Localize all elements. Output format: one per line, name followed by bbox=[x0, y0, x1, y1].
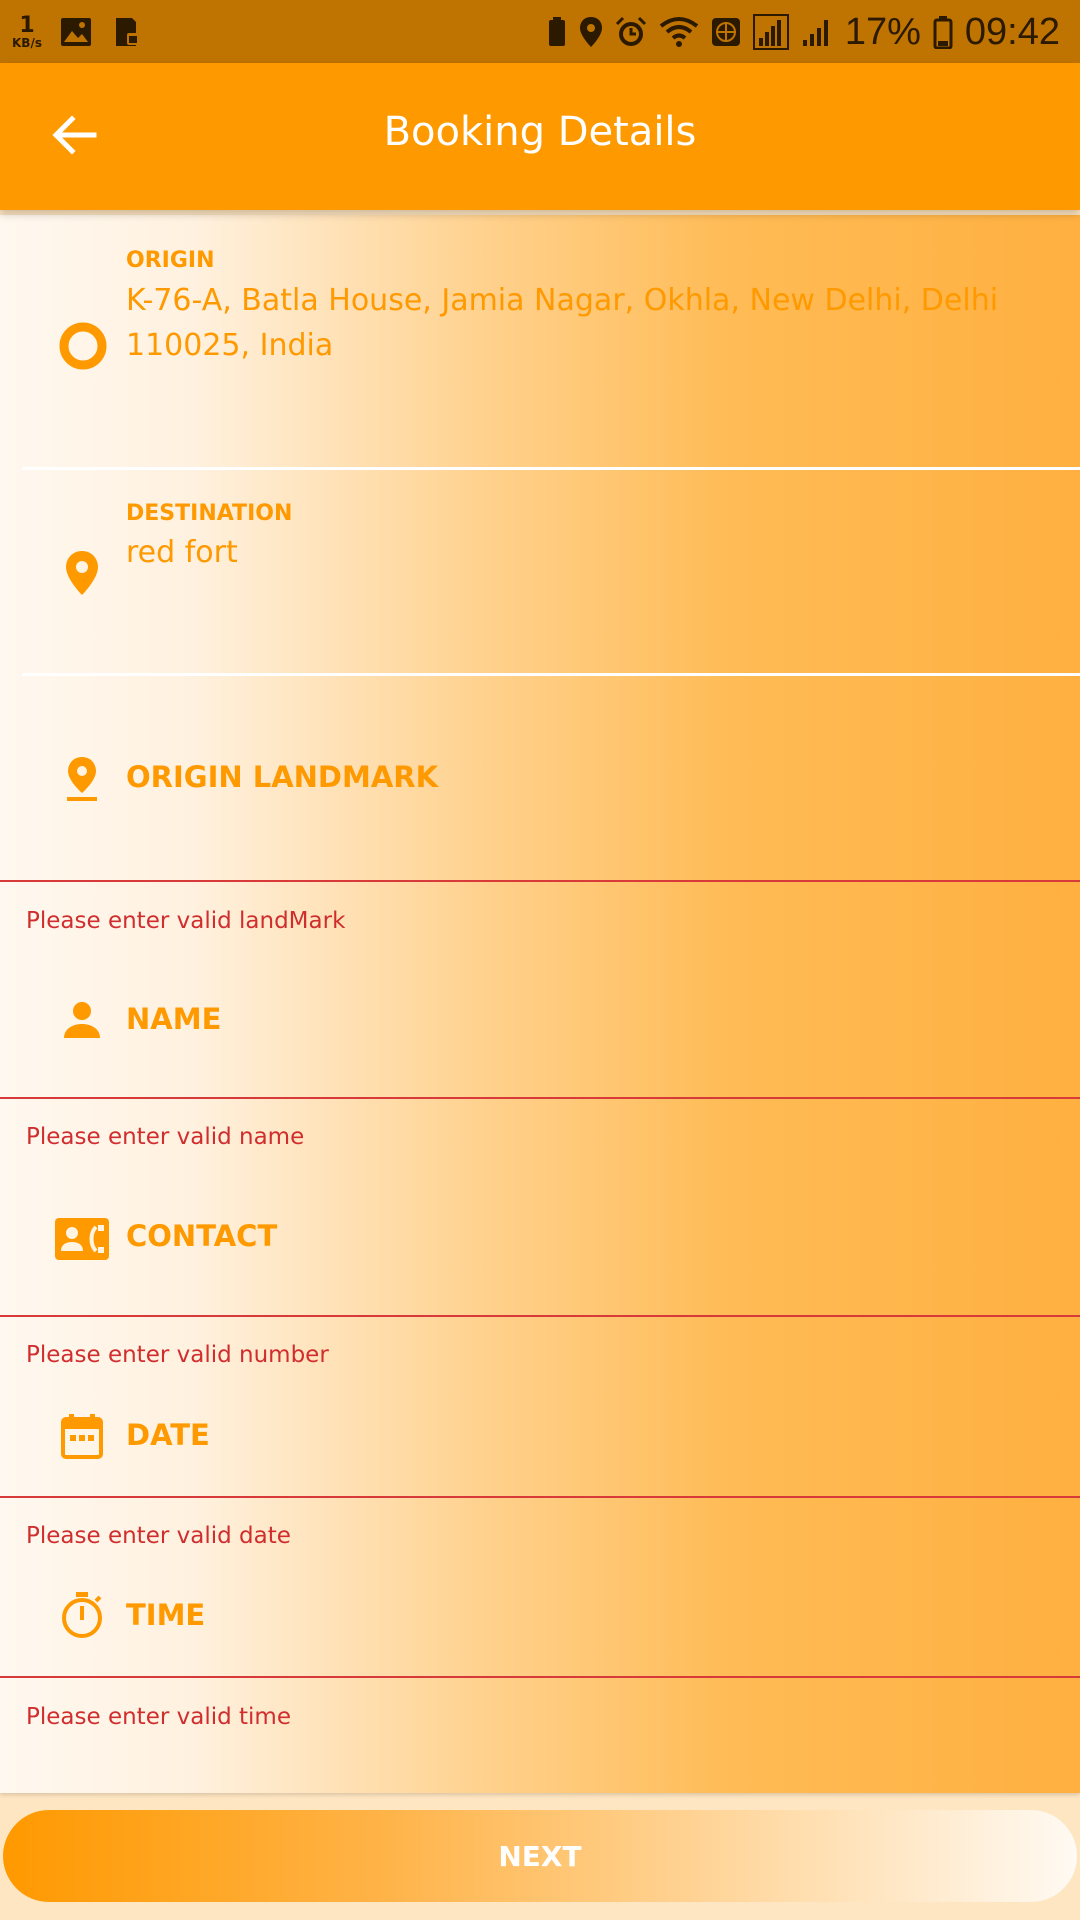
battery-saver-icon bbox=[547, 16, 567, 48]
date-field[interactable]: DATE bbox=[0, 1380, 1080, 1495]
origin-label: ORIGIN bbox=[126, 248, 215, 273]
place-pin-icon bbox=[62, 547, 102, 599]
page-title: Booking Details bbox=[383, 109, 697, 155]
destination-value: red fort bbox=[126, 535, 238, 570]
contact-phone-icon bbox=[54, 1216, 110, 1262]
battery-icon bbox=[933, 15, 953, 49]
booking-form: ORIGIN K-76-A, Batla House, Jamia Nagar,… bbox=[0, 215, 1080, 1793]
battery-percent: 17% bbox=[844, 10, 921, 53]
name-field[interactable]: NAME bbox=[0, 945, 1080, 1095]
time-input: TIME bbox=[126, 1598, 206, 1632]
status-time: 09:42 bbox=[964, 10, 1060, 53]
origin-circle-icon bbox=[58, 321, 108, 371]
calendar-icon bbox=[60, 1411, 104, 1461]
field-underline bbox=[0, 1676, 1080, 1678]
date-error: Please enter valid date bbox=[26, 1523, 291, 1549]
signal-sim2-icon bbox=[801, 16, 833, 48]
next-button[interactable]: NEXT bbox=[3, 1810, 1077, 1902]
destination-row[interactable]: DESTINATION red fort bbox=[0, 470, 1080, 670]
net-speed-value: 1 bbox=[19, 13, 35, 38]
alarm-icon bbox=[615, 16, 647, 48]
origin-landmark-field[interactable]: ORIGIN LANDMARK bbox=[0, 676, 1080, 881]
net-speed-indicator: 1 KB/s bbox=[12, 13, 42, 50]
status-right-icons: 17% 09:42 bbox=[547, 6, 1060, 58]
contact-input: CONTACT bbox=[126, 1219, 278, 1253]
name-input: NAME bbox=[126, 1002, 222, 1036]
location-icon bbox=[579, 16, 603, 48]
signal-sim1-icon bbox=[752, 14, 789, 50]
field-underline bbox=[0, 1315, 1080, 1317]
contact-field[interactable]: CONTACT bbox=[0, 1165, 1080, 1315]
field-underline bbox=[0, 880, 1080, 882]
name-error: Please enter valid name bbox=[26, 1124, 305, 1150]
net-speed-unit: KB/s bbox=[12, 36, 42, 50]
sd-card-lock-icon bbox=[110, 16, 142, 48]
status-left-icons: 1 KB/s bbox=[12, 6, 142, 58]
timer-icon bbox=[60, 1590, 104, 1640]
gallery-icon bbox=[60, 17, 92, 47]
globe-icon bbox=[711, 17, 741, 47]
contact-error: Please enter valid number bbox=[26, 1342, 329, 1368]
person-icon bbox=[60, 998, 104, 1042]
pin-drop-icon bbox=[62, 754, 102, 804]
app-bar: Booking Details bbox=[0, 63, 1080, 210]
field-underline bbox=[0, 1496, 1080, 1498]
time-error: Please enter valid time bbox=[26, 1704, 291, 1730]
status-bar: 1 KB/s 17% 09:42 bbox=[0, 0, 1080, 63]
origin-row[interactable]: ORIGIN K-76-A, Batla House, Jamia Nagar,… bbox=[0, 215, 1080, 465]
origin-address: K-76-A, Batla House, Jamia Nagar, Okhla,… bbox=[126, 283, 999, 363]
next-button-label: NEXT bbox=[498, 1839, 582, 1873]
origin-landmark-input: ORIGIN LANDMARK bbox=[126, 760, 439, 794]
destination-label: DESTINATION bbox=[126, 501, 293, 526]
landmark-error: Please enter valid landMark bbox=[26, 908, 346, 934]
field-underline bbox=[0, 1097, 1080, 1099]
date-input: DATE bbox=[126, 1418, 210, 1452]
time-field[interactable]: TIME bbox=[0, 1560, 1080, 1675]
wifi-icon bbox=[659, 16, 699, 48]
